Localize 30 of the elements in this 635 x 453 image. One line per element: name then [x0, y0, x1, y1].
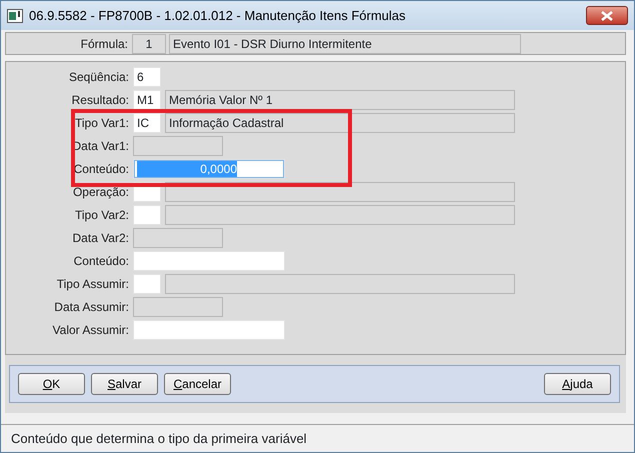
field-label: Seqüência:	[68, 68, 129, 86]
formula-description-field[interactable]: Evento I01 - DSR Diurno Intermitente	[169, 34, 521, 54]
dialog-button[interactable]: Salvar	[91, 373, 158, 395]
description-field: Memória Valor Nº 1	[165, 90, 515, 110]
field-label: Data Var2:	[72, 230, 129, 246]
field-label: Conteúdo:	[72, 252, 129, 270]
formula-label: Fórmula:	[80, 36, 128, 52]
app-icon	[7, 8, 23, 22]
field-label: Data Assumir:	[53, 298, 129, 316]
input-field[interactable]	[133, 136, 223, 156]
dialog-button[interactable]: Ajuda	[544, 373, 611, 395]
dialog-button[interactable]: OK	[18, 373, 85, 395]
input-field[interactable]	[133, 296, 223, 316]
field-label: Tipo Var2:	[74, 206, 129, 224]
description-field: Informação Cadastral	[165, 112, 515, 132]
field-label: Operação:	[72, 184, 129, 200]
field-label: Conteúdo:	[72, 160, 129, 178]
close-icon	[600, 10, 614, 20]
input-field[interactable]: IC	[133, 112, 161, 132]
field-label: Resultado:	[70, 92, 129, 108]
input-field[interactable]	[133, 228, 223, 248]
field-label: Valor Assumir:	[52, 322, 129, 338]
close-button[interactable]	[586, 6, 628, 25]
dialog-button[interactable]: Cancelar	[164, 373, 231, 395]
field-label: Tipo Assumir:	[56, 276, 129, 292]
input-field[interactable]: M1	[133, 90, 161, 110]
formula-code-field[interactable]: 1	[132, 34, 166, 54]
input-field[interactable]: 6	[133, 66, 161, 86]
field-label: Tipo Var1:	[74, 114, 129, 132]
window-title: 06.9.5582 - FP8700B - 1.02.01.012 - Manutenção Itens Fórmulas	[29, 6, 406, 25]
